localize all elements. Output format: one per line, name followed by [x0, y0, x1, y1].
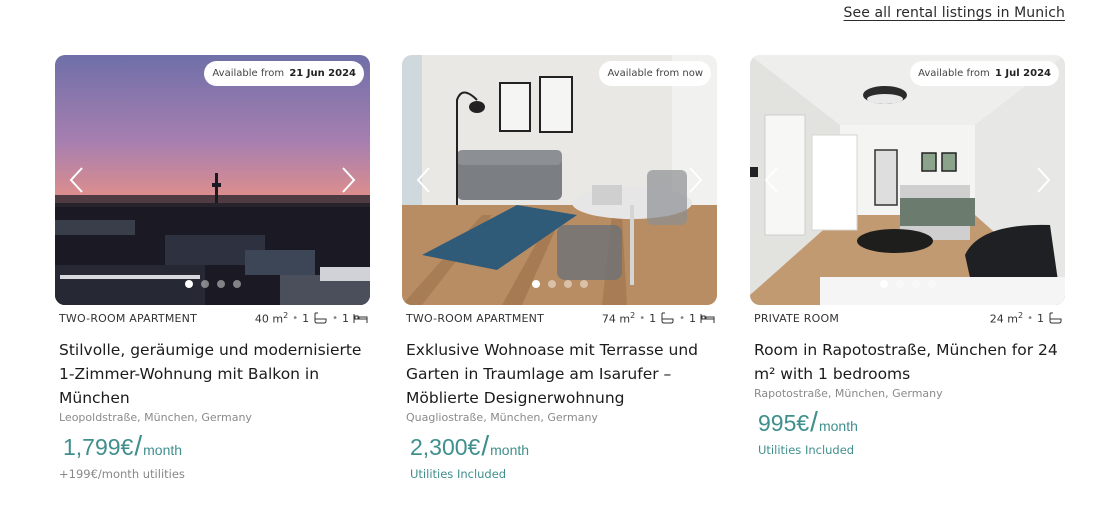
bed-icon: [700, 312, 715, 324]
chevron-left-icon: [764, 167, 778, 193]
photo-pagination-dots: [402, 280, 717, 288]
photo-dot[interactable]: [895, 280, 904, 288]
listing-photo-carousel[interactable]: Available from 1 Jul 2024: [750, 55, 1065, 305]
property-type: TWO-ROOM APARTMENT: [59, 312, 198, 325]
photo-dot[interactable]: [579, 280, 588, 288]
listing-meta: TWO-ROOM APARTMENT 40 m2 • 1 • 1: [55, 310, 370, 338]
bedroom-count: 1: [689, 311, 696, 325]
photo-dot[interactable]: [563, 280, 572, 288]
photo-dot[interactable]: [200, 280, 209, 288]
next-photo-button[interactable]: [683, 163, 707, 197]
previous-photo-button[interactable]: [412, 163, 436, 197]
availability-prefix: Available from: [212, 68, 285, 79]
listing-title[interactable]: Exklusive Wohnoase mit Terrasse und Gart…: [402, 338, 717, 410]
previous-photo-button[interactable]: [65, 163, 89, 197]
spec-separator: •: [292, 312, 299, 324]
bathroom-count: 1: [1037, 311, 1044, 325]
next-photo-button[interactable]: [336, 163, 360, 197]
chevron-left-icon: [416, 167, 430, 193]
chevron-left-icon: [69, 167, 83, 193]
listing-photo-carousel[interactable]: Available from 21 Jun 2024: [55, 55, 370, 305]
bedroom-photo: [750, 55, 1065, 305]
previous-photo-button[interactable]: [760, 163, 784, 197]
bed-icon: [353, 312, 368, 324]
area-value: 24 m2: [989, 311, 1024, 326]
availability-badge: Available from now: [599, 61, 711, 86]
photo-dot[interactable]: [232, 280, 241, 288]
utilities-note: Utilities Included: [410, 467, 507, 481]
listing-address: Leopoldstraße, München, Germany: [59, 411, 252, 424]
listing-price: 995€: [758, 410, 810, 436]
spec-separator: •: [332, 312, 338, 324]
availability-date: 1 Jul 2024: [994, 68, 1051, 79]
bathroom-count: 1: [302, 311, 310, 325]
photo-dot[interactable]: [531, 280, 540, 288]
area-value: 74 m2: [601, 311, 636, 326]
utilities-note: +199€/month utilities: [59, 467, 185, 481]
availability-date: 21 Jun 2024: [289, 68, 356, 79]
price-period: month: [490, 442, 530, 458]
listing-title[interactable]: Stilvolle, geräumige und modernisierte 1…: [55, 338, 370, 410]
photo-dot[interactable]: [911, 280, 920, 288]
listing-address: Quagliostraße, München, Germany: [406, 411, 598, 424]
price-row: 995€ / month: [758, 406, 858, 437]
bedroom-count: 1: [342, 311, 349, 325]
listing-meta: TWO-ROOM APARTMENT 74 m2 • 1 • 1: [402, 310, 717, 338]
listing-photo-carousel[interactable]: Available from now: [402, 55, 717, 305]
area-value: 40 m2: [254, 311, 289, 326]
photo-pagination-dots: [750, 280, 1065, 288]
availability-prefix: Available from: [918, 68, 990, 79]
photo-dot[interactable]: [927, 280, 936, 288]
listing-price: 1,799€: [63, 434, 134, 460]
utilities-note: Utilities Included: [758, 443, 855, 457]
bathtub-icon: [660, 312, 675, 324]
photo-dot[interactable]: [879, 280, 888, 288]
sunset-city-skyline-photo: [55, 55, 370, 305]
living-room-photo: [402, 55, 717, 305]
price-period: month: [818, 418, 858, 434]
spec-separator: •: [679, 312, 685, 324]
availability-badge: Available from 1 Jul 2024: [910, 61, 1059, 86]
property-type: TWO-ROOM APARTMENT: [406, 312, 545, 325]
see-all-listings-link[interactable]: See all rental listings in Munich: [844, 5, 1065, 21]
chevron-right-icon: [342, 167, 356, 193]
availability-prefix: Available from now: [607, 68, 703, 79]
photo-dot[interactable]: [547, 280, 556, 288]
next-photo-button[interactable]: [1031, 163, 1055, 197]
listing-card[interactable]: Available from 21 Jun 2024 TWO-ROOM APAR…: [55, 55, 370, 481]
listing-card[interactable]: Available from 1 Jul 2024 PRIVATE ROOM 2…: [750, 55, 1065, 457]
listing-title[interactable]: Room in Rapotostraße, München for 24 m² …: [750, 338, 1065, 386]
availability-badge: Available from 21 Jun 2024: [204, 61, 364, 86]
photo-pagination-dots: [55, 280, 370, 288]
photo-dot[interactable]: [184, 280, 193, 288]
bathroom-count: 1: [649, 311, 657, 325]
listing-meta: PRIVATE ROOM 24 m2 • 1: [750, 310, 1065, 338]
listing-price: 2,300€: [410, 434, 481, 460]
spec-separator: •: [1027, 312, 1033, 324]
property-type: PRIVATE ROOM: [754, 312, 840, 325]
listing-specs: 40 m2 • 1 • 1: [255, 311, 368, 326]
price-row: 1,799€ / month: [63, 430, 183, 461]
bathtub-icon: [313, 312, 328, 324]
listing-card[interactable]: Available from now TWO-ROOM APARTMENT 74…: [402, 55, 717, 481]
chevron-right-icon: [1037, 167, 1051, 193]
bathtub-icon: [1048, 312, 1063, 324]
price-row: 2,300€ / month: [410, 430, 530, 461]
chevron-right-icon: [689, 167, 703, 193]
photo-dot[interactable]: [216, 280, 225, 288]
listing-specs: 74 m2 • 1 • 1: [602, 311, 715, 326]
spec-separator: •: [639, 312, 646, 324]
listing-specs: 24 m2 • 1: [990, 311, 1063, 326]
listing-address: Rapotostraße, München, Germany: [754, 387, 943, 400]
price-period: month: [143, 442, 183, 458]
